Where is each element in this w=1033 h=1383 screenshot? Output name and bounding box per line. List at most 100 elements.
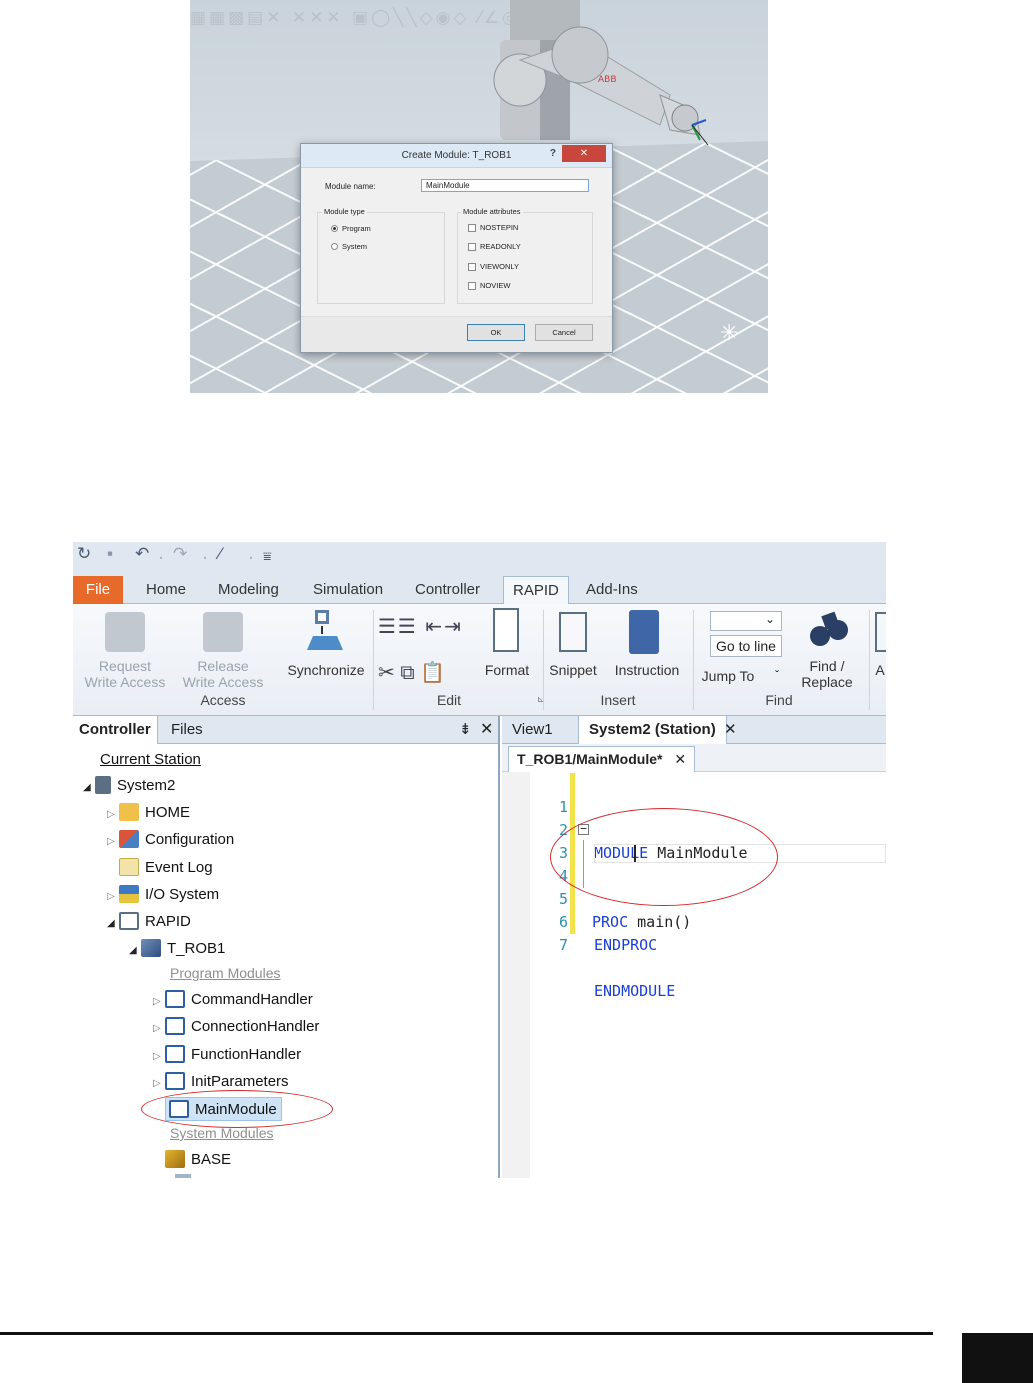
tree-label: FunctionHandler — [191, 1046, 302, 1063]
indent-icons[interactable]: ☰☰ ⇤⇥ — [378, 614, 463, 639]
collapsed-arrow-icon[interactable]: ▷ — [107, 803, 119, 827]
close-icon[interactable]: ✕ — [724, 720, 737, 738]
line-number-dropdown[interactable]: ⌄ — [710, 611, 782, 631]
changed-line-marker — [570, 773, 575, 796]
collapsed-arrow-icon[interactable]: ▷ — [153, 1072, 165, 1096]
tree-item-event-log[interactable]: Event Log — [107, 856, 213, 880]
browser-tabs: Controller Files ⇟ ✕ — [73, 716, 498, 744]
code-line[interactable]: 7 ENDMODULE — [530, 911, 675, 1000]
tree-label: T_ROB1 — [167, 940, 226, 957]
document-tabs: View1 System2 (Station) ✕ — [502, 716, 886, 744]
program-radio[interactable]: Program — [331, 224, 371, 233]
tree-item-configuration[interactable]: ▷ Configuration — [107, 828, 234, 852]
tab-home[interactable]: Home — [137, 576, 195, 604]
collapsed-arrow-icon[interactable]: ▷ — [153, 1017, 165, 1041]
tab-add-ins[interactable]: Add-Ins — [577, 576, 647, 604]
tree-item-functionhandler[interactable]: ▷ FunctionHandler — [153, 1043, 301, 1067]
file-tab-label: T_ROB1/MainModule* — [517, 751, 663, 767]
instruction-button[interactable]: Instruction — [607, 662, 687, 678]
release-write-access-button[interactable]: Release Write Access — [175, 658, 271, 690]
program-modules-label: Program Modules — [170, 965, 281, 981]
tab-modeling[interactable]: Modeling — [209, 576, 288, 604]
partial-button[interactable]: A — [873, 662, 886, 678]
group-edit-label: Edit — [436, 692, 462, 708]
tool-icon[interactable]: ⁄ — [219, 544, 222, 564]
nostepin-checkbox[interactable]: NOSTEPIN — [468, 223, 518, 232]
close-icon[interactable]: ✕ — [480, 719, 493, 739]
expanded-arrow-icon[interactable]: ◢ — [83, 776, 95, 800]
customize-toolbar-icon[interactable]: ⩸ — [263, 548, 272, 565]
chevron-down-icon[interactable]: · — [249, 550, 253, 564]
tree-label: BASE — [191, 1151, 232, 1168]
tab-simulation[interactable]: Simulation — [304, 576, 392, 604]
code-line[interactable]: 1 MODULE MainModule — [530, 773, 748, 862]
chevron-down-icon[interactable]: ˇ — [775, 668, 779, 682]
format-button[interactable]: Format — [478, 662, 536, 678]
cut-copy-paste-icons[interactable]: ✂ ⧉ 📋 — [378, 660, 445, 685]
tree-item-connectionhandler[interactable]: ▷ ConnectionHandler — [153, 1015, 319, 1039]
dialog-titlebar[interactable]: Create Module: T_ROB1 ? ✕ — [301, 144, 612, 168]
find-replace-button[interactable]: Find / Replace — [785, 658, 869, 690]
noview-checkbox[interactable]: NOVIEW — [468, 281, 510, 290]
task-icon — [141, 939, 161, 957]
close-icon[interactable]: ✕ — [674, 751, 686, 767]
app-icon[interactable]: ↻ — [77, 544, 91, 564]
robot-viewport-figure: ▦▦▩▤✕ ✕✕✕ ▣◯╲╲◇◉◇ ⁄∠◎✕◇ ABB ✳ Create Mod… — [190, 0, 768, 393]
module-attributes-label: Module attributes — [461, 207, 523, 216]
redo-icon[interactable]: ↷ — [173, 544, 187, 564]
help-button[interactable]: ? — [550, 148, 556, 159]
file-tabs: T_ROB1/MainModule* ✕ — [502, 744, 886, 772]
collapsed-arrow-icon[interactable]: ▷ — [107, 885, 119, 909]
radio-selected-icon — [331, 225, 338, 232]
tree-item-rapid[interactable]: ◢ RAPID — [107, 910, 191, 934]
tree-label: Event Log — [145, 859, 213, 876]
footer-rule — [0, 1332, 933, 1335]
expanded-arrow-icon[interactable]: ◢ — [107, 912, 119, 936]
tab-files[interactable]: Files — [165, 716, 209, 744]
tree-item-system2[interactable]: ◢ System2 — [83, 774, 175, 798]
tree-item-base[interactable]: BASE — [165, 1148, 231, 1172]
chevron-down-icon[interactable]: · — [203, 550, 207, 564]
collapsed-arrow-icon[interactable]: ▷ — [107, 830, 119, 854]
tree-item-io-system[interactable]: ▷ I/O System — [107, 883, 219, 907]
ok-button[interactable]: OK — [467, 324, 525, 341]
changed-line-marker — [570, 911, 575, 934]
current-station-link[interactable]: Current Station — [100, 748, 201, 772]
tab-controller[interactable]: Controller — [406, 576, 489, 604]
tab-view1[interactable]: View1 — [502, 716, 563, 744]
tree-item-home[interactable]: ▷ HOME — [107, 801, 190, 825]
snippet-button[interactable]: Snippet — [543, 662, 603, 678]
expanded-arrow-icon[interactable]: ◢ — [129, 939, 141, 963]
tree-item-t-rob1[interactable]: ◢ T_ROB1 — [129, 937, 225, 961]
system-radio-label: System — [342, 242, 368, 251]
collapsed-arrow-icon[interactable]: ▷ — [153, 990, 165, 1014]
viewonly-checkbox[interactable]: VIEWONLY — [468, 262, 519, 271]
synchronize-button[interactable]: Synchronize — [278, 662, 374, 678]
close-button[interactable]: ✕ — [562, 145, 606, 162]
tab-system2-station[interactable]: System2 (Station) — [578, 716, 727, 744]
go-to-line-button[interactable]: Go to line — [710, 635, 782, 657]
chevron-down-icon[interactable]: · — [159, 550, 163, 564]
checkbox-icon — [468, 262, 476, 271]
tab-file[interactable]: File — [73, 576, 123, 604]
tab-controller[interactable]: Controller — [73, 716, 158, 744]
tab-mainmodule-file[interactable]: T_ROB1/MainModule* ✕ — [508, 746, 696, 772]
code-line[interactable]: 6 — [530, 888, 584, 931]
instruction-icon — [629, 610, 659, 654]
tab-rapid[interactable]: RAPID — [503, 576, 569, 605]
readonly-checkbox[interactable]: READONLY — [468, 242, 521, 251]
jump-to-button[interactable]: Jump To — [693, 668, 763, 684]
save-icon[interactable]: ▪ — [107, 544, 113, 564]
system-radio[interactable]: System — [331, 242, 367, 251]
module-name-input[interactable]: MainModule — [421, 179, 589, 192]
keyword: ENDMODULE — [594, 982, 676, 1000]
group-insert-label: Insert — [600, 692, 636, 708]
cancel-button[interactable]: Cancel — [535, 324, 593, 341]
code-line[interactable]: 2 — [530, 796, 584, 839]
tree-item-commandhandler[interactable]: ▷ CommandHandler — [153, 988, 313, 1012]
annotation-ellipse-proc — [550, 808, 778, 906]
pin-icon[interactable]: ⇟ — [459, 720, 472, 738]
undo-icon[interactable]: ↶ — [135, 544, 149, 564]
collapsed-arrow-icon[interactable]: ▷ — [153, 1045, 165, 1069]
request-write-access-button[interactable]: Request Write Access — [77, 658, 173, 690]
